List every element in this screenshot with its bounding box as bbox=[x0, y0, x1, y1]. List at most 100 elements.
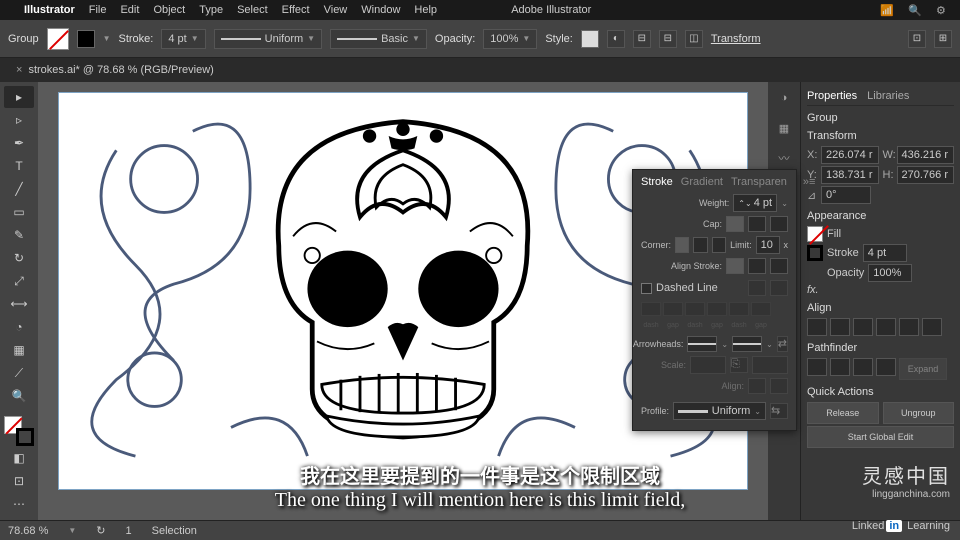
menu-help[interactable]: Help bbox=[414, 4, 437, 16]
scale-start-field[interactable] bbox=[690, 356, 726, 374]
align-icon[interactable]: ⊟ bbox=[633, 30, 651, 48]
release-button[interactable]: Release bbox=[807, 402, 879, 424]
menu-edit[interactable]: Edit bbox=[120, 4, 139, 16]
global-edit-button[interactable]: Start Global Edit bbox=[807, 426, 954, 448]
cap-round-button[interactable] bbox=[748, 216, 766, 232]
artboard-nav[interactable]: 1 bbox=[126, 525, 132, 537]
brushes-panel-icon[interactable]: 〰 bbox=[774, 148, 794, 168]
flip-profile-icon[interactable]: ⇆ bbox=[770, 403, 788, 419]
scale-end-field[interactable] bbox=[752, 356, 788, 374]
app-name[interactable]: Illustrator bbox=[24, 4, 75, 16]
wifi-icon[interactable]: 📶 bbox=[880, 4, 894, 17]
swatches-panel-icon[interactable]: ▦ bbox=[774, 118, 794, 138]
align-hcenter-button[interactable] bbox=[830, 318, 850, 336]
gradient-tool[interactable]: ▦ bbox=[4, 339, 34, 361]
style-swatch[interactable] bbox=[581, 30, 599, 48]
transform-x-field[interactable]: 226.074 r bbox=[821, 146, 879, 164]
stroke-profile-dropdown[interactable]: Uniform▼ bbox=[214, 29, 322, 49]
menu-type[interactable]: Type bbox=[199, 4, 223, 16]
scale-tool[interactable]: ⤢ bbox=[4, 270, 34, 292]
expand-button[interactable]: Expand bbox=[899, 358, 947, 380]
align-left-button[interactable] bbox=[807, 318, 827, 336]
stroke-weight-field[interactable]: 4 pt▼ bbox=[161, 29, 205, 49]
zoom-level[interactable]: 78.68 % bbox=[8, 525, 48, 537]
type-tool[interactable]: T bbox=[4, 155, 34, 177]
isolate-icon[interactable]: ⊡ bbox=[908, 30, 926, 48]
pen-tool[interactable]: ✒ bbox=[4, 132, 34, 154]
stroke-tab[interactable]: Stroke bbox=[641, 176, 673, 188]
direct-selection-tool[interactable]: ▹ bbox=[4, 109, 34, 131]
document-tab[interactable]: strokes.ai* @ 78.68 % (RGB/Preview) bbox=[28, 64, 213, 76]
color-mode-icon[interactable]: ◧ bbox=[4, 447, 34, 469]
align-inside-button[interactable] bbox=[748, 258, 766, 274]
line-tool[interactable]: ╱ bbox=[4, 178, 34, 200]
eyedropper-tool[interactable]: ⟋ bbox=[4, 362, 34, 384]
align-arrow-2-button[interactable] bbox=[770, 378, 788, 394]
swap-arrows-icon[interactable]: ⇄ bbox=[777, 336, 788, 352]
profile-dropdown[interactable]: Uniform⌄ bbox=[673, 402, 766, 420]
color-panel-icon[interactable]: ◑ bbox=[774, 88, 794, 108]
appearance-stroke-swatch[interactable] bbox=[807, 245, 823, 261]
screen-mode-icon[interactable]: ⊡ bbox=[4, 470, 34, 492]
weight-chevron-icon[interactable]: ⌄ bbox=[781, 199, 788, 208]
transform-link[interactable]: Transform bbox=[711, 33, 761, 45]
pathfinder-intersect-button[interactable] bbox=[853, 358, 873, 376]
transform-angle-field[interactable]: 0° bbox=[821, 186, 871, 204]
arrowhead-start-dropdown[interactable] bbox=[687, 336, 717, 352]
weight-field[interactable]: ⌃⌄4 pt bbox=[733, 194, 777, 212]
menu-window[interactable]: Window bbox=[361, 4, 400, 16]
fill-stroke-colors[interactable] bbox=[4, 416, 34, 446]
align-center-button[interactable] bbox=[726, 258, 744, 274]
zoom-tool[interactable]: 🔍 bbox=[4, 385, 34, 407]
edit-toolbar-icon[interactable]: ⋯ bbox=[4, 493, 34, 515]
opacity-field[interactable]: 100%▼ bbox=[483, 29, 537, 49]
fill-swatch[interactable] bbox=[47, 28, 69, 50]
panel-menu-icon[interactable]: »≡ bbox=[803, 176, 816, 188]
pathfinder-unite-button[interactable] bbox=[807, 358, 827, 376]
align-right-button[interactable] bbox=[853, 318, 873, 336]
appearance-stroke-weight[interactable]: 4 pt bbox=[863, 244, 907, 262]
stroke-swatch[interactable] bbox=[77, 30, 95, 48]
tab-close-button[interactable]: × bbox=[16, 64, 22, 76]
brush-dropdown[interactable]: Basic▼ bbox=[330, 29, 427, 49]
paintbrush-tool[interactable]: ✎ bbox=[4, 224, 34, 246]
align-vcenter-button[interactable] bbox=[899, 318, 919, 336]
shape-icon[interactable]: ◫ bbox=[685, 30, 703, 48]
recolor-icon[interactable]: ◐ bbox=[607, 30, 625, 48]
pathfinder-minus-button[interactable] bbox=[830, 358, 850, 376]
search-icon[interactable]: 🔍 bbox=[908, 4, 922, 17]
dash-align-button-2[interactable] bbox=[770, 280, 788, 296]
transparency-tab[interactable]: Transparen bbox=[731, 176, 787, 188]
arrowhead-end-dropdown[interactable] bbox=[732, 336, 762, 352]
transform-h-field[interactable]: 270.766 r bbox=[897, 166, 955, 184]
corner-bevel-button[interactable] bbox=[712, 237, 726, 253]
align-icon-2[interactable]: ⊟ bbox=[659, 30, 677, 48]
rotate-tool[interactable]: ↻ bbox=[4, 247, 34, 269]
arrange-icon[interactable]: ⊞ bbox=[934, 30, 952, 48]
gap-field-2[interactable] bbox=[707, 302, 727, 316]
gap-field-1[interactable] bbox=[663, 302, 683, 316]
cap-butt-button[interactable] bbox=[726, 216, 744, 232]
transform-y-field[interactable]: 138.731 r bbox=[821, 166, 879, 184]
menu-effect[interactable]: Effect bbox=[282, 4, 310, 16]
dash-align-button-1[interactable] bbox=[748, 280, 766, 296]
align-bottom-button[interactable] bbox=[922, 318, 942, 336]
align-arrow-1-button[interactable] bbox=[748, 378, 766, 394]
dash-field-3[interactable] bbox=[729, 302, 749, 316]
dashed-line-checkbox[interactable] bbox=[641, 283, 652, 294]
menu-select[interactable]: Select bbox=[237, 4, 268, 16]
align-outside-button[interactable] bbox=[770, 258, 788, 274]
transform-w-field[interactable]: 436.216 r bbox=[897, 146, 955, 164]
tab-libraries[interactable]: Libraries bbox=[867, 90, 909, 102]
rectangle-tool[interactable]: ▭ bbox=[4, 201, 34, 223]
dash-field-2[interactable] bbox=[685, 302, 705, 316]
menu-view[interactable]: View bbox=[324, 4, 348, 16]
fx-label[interactable]: fx. bbox=[807, 284, 819, 296]
corner-round-button[interactable] bbox=[693, 237, 707, 253]
menu-file[interactable]: File bbox=[89, 4, 107, 16]
link-scale-icon[interactable]: ⎘ bbox=[730, 357, 748, 373]
selection-tool[interactable]: ▸ bbox=[4, 86, 34, 108]
chevron-down-icon[interactable]: ▼ bbox=[103, 34, 111, 43]
menu-object[interactable]: Object bbox=[153, 4, 185, 16]
appearance-fill-swatch[interactable] bbox=[807, 226, 823, 242]
